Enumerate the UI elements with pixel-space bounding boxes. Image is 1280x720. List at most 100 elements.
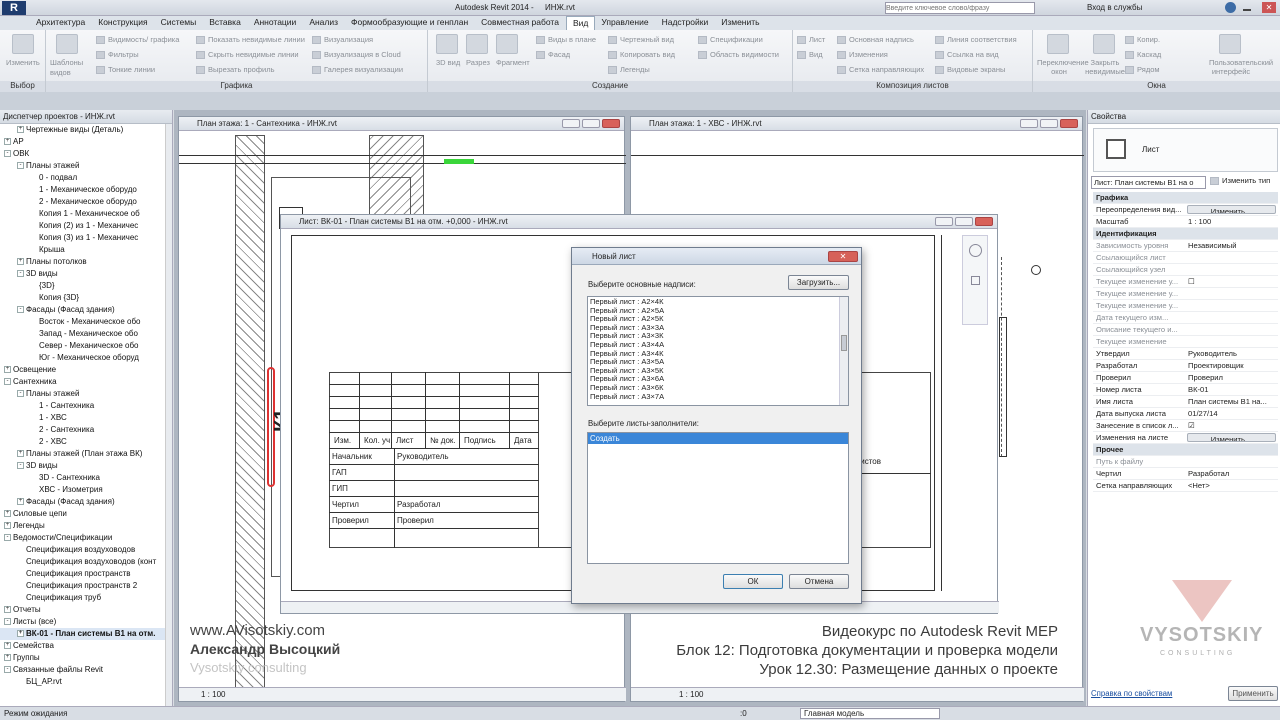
create-big-label-0[interactable]: 3D вид: [436, 58, 462, 67]
collapse-icon[interactable]: -: [4, 666, 11, 674]
navigation-bar[interactable]: [962, 235, 988, 325]
property-row[interactable]: Имя листа План системы В1 на...: [1093, 396, 1278, 408]
window-icon-5[interactable]: [1219, 34, 1241, 54]
tree-item[interactable]: Спецификация пространств: [0, 568, 165, 580]
tree-item[interactable]: - Листы (все): [0, 616, 165, 628]
expand-icon[interactable]: +: [4, 138, 11, 146]
property-row[interactable]: Сетка направляющих <Нет>: [1093, 480, 1278, 492]
property-row[interactable]: Чертил Разработал: [1093, 468, 1278, 480]
properties-help-link[interactable]: Справка по свойствам: [1091, 689, 1172, 698]
view-templates-icon[interactable]: [56, 34, 78, 54]
browser-scrollbar[interactable]: [165, 124, 172, 708]
tree-item[interactable]: Юг - Механическое оборуд: [0, 352, 165, 364]
sheet-item-4[interactable]: Сетка направляющих: [837, 65, 924, 75]
property-row[interactable]: Текущее изменение: [1093, 336, 1278, 348]
instance-selector[interactable]: Лист: План системы В1 на о: [1091, 176, 1206, 189]
help-icon[interactable]: [1225, 2, 1236, 13]
search-input[interactable]: [885, 2, 1035, 14]
property-edit-button[interactable]: Изменить...: [1187, 205, 1276, 214]
collapse-icon[interactable]: -: [17, 462, 24, 470]
modify-button[interactable]: Изменить: [6, 58, 40, 67]
tree-item[interactable]: + Семейства: [0, 640, 165, 652]
collapse-icon[interactable]: -: [17, 306, 24, 314]
property-value[interactable]: [1185, 300, 1278, 311]
cancel-button[interactable]: Отмена: [789, 574, 849, 589]
tree-item[interactable]: Копия (3) из 1 - Механичес: [0, 232, 165, 244]
tree-item[interactable]: - Планы этажей: [0, 388, 165, 400]
sheet-maximize-button[interactable]: [955, 217, 973, 226]
tree-item[interactable]: БЦ_АР.rvt: [0, 676, 165, 688]
property-row[interactable]: Текущее изменение у...: [1093, 288, 1278, 300]
tree-item[interactable]: + Силовые цепи: [0, 508, 165, 520]
minimize-icon[interactable]: [1243, 4, 1251, 11]
graphics-item-5[interactable]: Вырезать профиль: [196, 65, 275, 75]
create-big-icon-1[interactable]: [466, 34, 488, 54]
steering-wheel-icon[interactable]: [969, 244, 982, 257]
sheet-item-0[interactable]: Лист: [797, 35, 825, 45]
collapse-icon[interactable]: -: [17, 270, 24, 278]
tree-item[interactable]: - Связанные файлы Revit: [0, 664, 165, 676]
window-item-4[interactable]: Рядом: [1125, 65, 1160, 75]
tree-item[interactable]: 0 - подвал: [0, 172, 165, 184]
tree-item[interactable]: - Фасады (Фасад здания): [0, 304, 165, 316]
tree-item[interactable]: + Чертежные виды (Деталь): [0, 124, 165, 136]
tab-10[interactable]: Надстройки: [656, 16, 716, 30]
property-value[interactable]: ВК-01: [1185, 384, 1278, 395]
property-row[interactable]: Разработал Проектировщик: [1093, 360, 1278, 372]
expand-icon[interactable]: +: [4, 366, 11, 374]
property-row[interactable]: Утвердил Руководитель: [1093, 348, 1278, 360]
property-row[interactable]: Проверил Проверил: [1093, 372, 1278, 384]
window-item-1[interactable]: Закрыть невидимые: [1083, 58, 1127, 76]
property-value[interactable]: ☑: [1185, 420, 1278, 431]
tab-7[interactable]: Совместная работа: [475, 16, 566, 30]
view-maximize-button[interactable]: [582, 119, 600, 128]
placeholder-list[interactable]: Создать: [587, 432, 849, 564]
graphics-item-8[interactable]: Галерея визуализации: [312, 65, 403, 75]
tree-item[interactable]: Восток - Механическое обо: [0, 316, 165, 328]
tree-item[interactable]: + Группы: [0, 652, 165, 664]
collapse-icon[interactable]: -: [17, 162, 24, 170]
view-maximize-button-2[interactable]: [1040, 119, 1058, 128]
tree-item[interactable]: 1 - Сантехника: [0, 400, 165, 412]
create-item-0[interactable]: Виды в плане: [536, 35, 596, 45]
expand-icon[interactable]: +: [4, 606, 11, 614]
create-item-6[interactable]: Область видимости: [698, 50, 779, 60]
expand-icon[interactable]: +: [17, 126, 24, 134]
view-close-button-2[interactable]: [1060, 119, 1078, 128]
property-row[interactable]: Ссылающийся лист: [1093, 252, 1278, 264]
property-value[interactable]: Проверил: [1185, 372, 1278, 383]
window-icon-0[interactable]: [1047, 34, 1069, 54]
graphics-item-1[interactable]: Фильтры: [96, 50, 139, 60]
collapse-icon[interactable]: -: [4, 150, 11, 158]
titleblock-list[interactable]: Первый лист : А2×4К Первый лист : А2×5А Пе…: [587, 296, 849, 406]
graphics-item-3[interactable]: Показать невидимые линии: [196, 35, 305, 45]
tree-item[interactable]: {3D}: [0, 280, 165, 292]
tab-4[interactable]: Аннотации: [248, 16, 304, 30]
window-item-0[interactable]: Переключение окон: [1037, 58, 1089, 76]
graphics-item-2[interactable]: Тонкие линии: [96, 65, 155, 75]
zoom-icon[interactable]: [971, 276, 980, 285]
tree-item[interactable]: - Планы этажей: [0, 160, 165, 172]
tree-item[interactable]: Копия {3D}: [0, 292, 165, 304]
placeholder-option[interactable]: Создать: [588, 433, 848, 444]
property-row[interactable]: Текущее изменение у...: [1093, 300, 1278, 312]
tab-9[interactable]: Управление: [595, 16, 655, 30]
sheet-item-3[interactable]: Изменения: [837, 50, 888, 60]
property-row[interactable]: Ссылающийся узел: [1093, 264, 1278, 276]
expand-icon[interactable]: +: [17, 258, 24, 266]
tree-item[interactable]: + Фасады (Фасад здания): [0, 496, 165, 508]
property-row[interactable]: Номер листа ВК-01: [1093, 384, 1278, 396]
create-item-4[interactable]: Легенды: [608, 65, 650, 75]
select-group-label[interactable]: Выбор: [0, 81, 45, 92]
graphics-item-6[interactable]: Визуализация: [312, 35, 373, 45]
view-scale-left[interactable]: 1 : 100: [201, 690, 225, 699]
tab-2[interactable]: Системы: [155, 16, 204, 30]
property-row[interactable]: Переопределения вид... Изменить...: [1093, 204, 1278, 216]
tree-item[interactable]: ХВС - Изометрия: [0, 484, 165, 496]
tab-11[interactable]: Изменить: [715, 16, 766, 30]
expand-icon[interactable]: +: [4, 522, 11, 530]
graphics-item-0[interactable]: Видимость/ графика: [96, 35, 179, 45]
tree-item[interactable]: 2 - Сантехника: [0, 424, 165, 436]
create-big-icon-2[interactable]: [496, 34, 518, 54]
view-templates-button[interactable]: Шаблоны видов: [50, 58, 90, 78]
